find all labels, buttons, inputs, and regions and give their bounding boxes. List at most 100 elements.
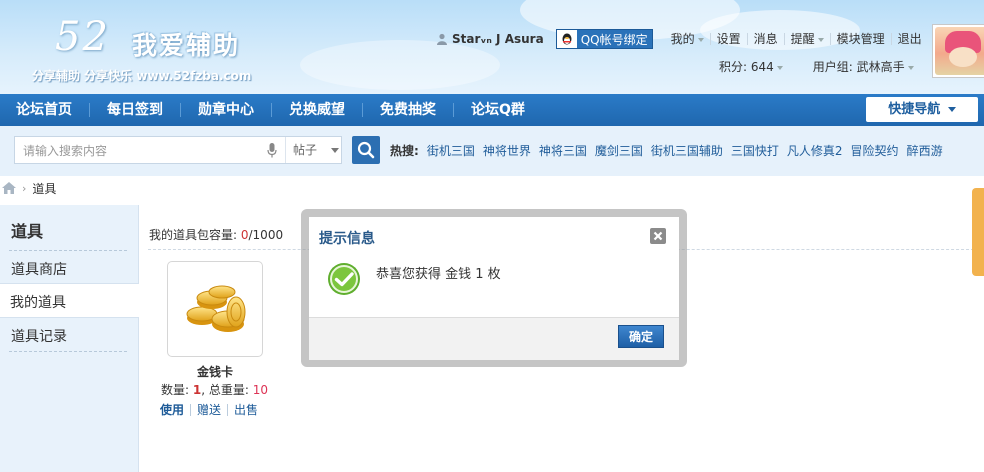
gift-item-link[interactable]: 赠送 [191,404,229,416]
nav-divider [453,103,454,117]
toplink-settings[interactable]: 设置 [711,33,748,45]
hot-keyword[interactable]: 街机三国 [427,142,475,159]
qq-penguin-icon [556,30,577,48]
confirm-button[interactable]: 确定 [618,325,664,348]
quick-nav-button[interactable]: 快捷导航 [866,97,978,122]
avatar-image [935,27,984,75]
hot-keyword[interactable]: 凡人修真2 [787,142,843,159]
nav-divider [271,103,272,117]
chevron-down-icon [817,37,824,42]
nav-item-exchange-prestige[interactable]: 兑换威望 [289,94,345,126]
notice-dialog: 提示信息 恭喜您获得 金钱 1 枚 确定 [309,217,679,360]
chevron-down-icon [330,148,339,153]
home-icon[interactable] [2,182,16,194]
gold-coins-icon [186,285,246,332]
user-bar: Starᵥₙ J Asura QQ帐号绑定 我的 设置 消息 提醒 模块管理 退… [436,29,928,49]
bag-capacity-label: 我的道具包容量: [149,228,241,242]
site-header: 52 我爱辅助 分享辅助 分享快乐 www.52fzba.com Starᵥₙ … [0,0,984,94]
toplink-module-manage[interactable]: 模块管理 [831,33,892,45]
nav-item-free-lottery[interactable]: 免费抽奖 [380,94,436,126]
user-info: 积分: 644 用户组: 武林高手 [719,58,944,75]
sidebar: 道具 道具商店 我的道具 道具记录 [0,205,139,472]
hot-search: 热搜: 街机三国 神将世界 神将三国 魔剑三国 街机三国辅助 三国快打 凡人修真… [390,142,951,159]
item-weight-label: , 总重量: [201,383,253,397]
item-card[interactable] [167,261,263,357]
hot-keyword[interactable]: 神将三国 [539,142,587,159]
nav-divider [89,103,90,117]
bag-capacity: 我的道具包容量: 0/1000 [149,226,283,243]
username-link[interactable]: Starᵥₙ J Asura [452,32,544,46]
search-box: 帖子 [14,136,342,164]
item-quantity: 数量: 1, 总重量: 10 [161,381,268,398]
search-type-select[interactable]: 帖子 [285,137,342,163]
share-side-tab[interactable] [972,188,984,276]
search-type-value: 帖子 [293,143,318,157]
logo-title[interactable]: 我爱辅助 [132,26,240,62]
sidebar-item-records[interactable]: 道具记录 [11,326,67,346]
sidebar-title: 道具 [11,222,44,241]
top-links: 我的 设置 消息 提醒 模块管理 退出 [665,33,928,45]
search-icon [357,141,375,159]
search-input[interactable] [21,143,265,159]
hot-search-label: 热搜: [390,144,419,158]
qq-bind-label: QQ帐号绑定 [580,32,648,47]
search-button[interactable] [352,136,380,164]
dialog-message: 恭喜您获得 金钱 1 枚 [376,267,501,282]
sidebar-item-my-items[interactable]: 我的道具 [10,292,66,312]
hot-keyword[interactable]: 三国快打 [731,142,779,159]
user-group-dropdown[interactable]: 用户组: 武林高手 [813,58,914,75]
item-qty-label: 数量: [161,383,193,397]
close-icon [653,231,663,241]
quick-nav-label: 快捷导航 [888,102,941,117]
hot-keyword[interactable]: 街机三国辅助 [651,142,723,159]
chevron-down-icon [776,65,783,70]
nav-item-medal-center[interactable]: 勋章中心 [198,94,254,126]
close-button[interactable] [650,228,666,244]
points-dropdown[interactable]: 积分: 644 [719,58,783,75]
breadcrumb-current: 道具 [32,181,57,196]
user-icon [437,33,447,45]
bag-capacity-total: /1000 [248,228,284,242]
sell-item-link[interactable]: 出售 [228,404,264,416]
hot-keyword[interactable]: 冒险契约 [851,142,899,159]
main-nav: 论坛首页 每日签到 勋章中心 兑换威望 免费抽奖 论坛Q群 [0,94,984,126]
item-weight-value: 10 [252,383,268,397]
toplink-logout[interactable]: 退出 [892,33,928,45]
hot-keyword[interactable]: 神将世界 [483,142,531,159]
bag-capacity-used: 0 [240,228,249,242]
toplink-reminders[interactable]: 提醒 [785,33,831,45]
breadcrumb-separator-icon: › [22,181,27,195]
search-bar: 帖子 热搜: 街机三国 神将世界 神将三国 魔剑三国 街机三国辅助 三国快打 凡… [0,126,984,176]
toplink-my-label: 我的 [670,32,695,46]
item-actions: 使用 赠送 出售 [160,404,264,416]
toplink-messages[interactable]: 消息 [748,33,785,45]
sidebar-item-shop[interactable]: 道具商店 [11,259,67,279]
divider [9,351,127,352]
item-qty-value: 1 [192,383,202,397]
dialog-overlay: 提示信息 恭喜您获得 金钱 1 枚 确定 [301,209,687,367]
toplink-my[interactable]: 我的 [665,33,711,45]
nav-divider [362,103,363,117]
toplink-reminders-label: 提醒 [790,32,815,46]
nav-divider [180,103,181,117]
nav-item-qq-group[interactable]: 论坛Q群 [471,94,525,126]
success-check-icon [328,263,360,295]
chevron-down-icon [907,65,914,70]
use-item-link[interactable]: 使用 [160,404,192,416]
user-group-text: 用户组: 武林高手 [812,60,905,74]
qq-bind-button[interactable]: QQ帐号绑定 [555,29,653,49]
dialog-title: 提示信息 [319,231,375,247]
hot-keyword[interactable]: 魔剑三国 [595,142,643,159]
chevron-down-icon [697,37,704,42]
hot-keyword[interactable]: 醉西游 [907,142,943,159]
item-name: 金钱卡 [196,365,233,379]
logo-slogan: 分享辅助 分享快乐 www.52fzba.com [32,69,252,83]
nav-item-forum-home[interactable]: 论坛首页 [16,94,72,126]
logo-number[interactable]: 52 [55,14,110,60]
avatar[interactable] [932,24,984,78]
points-text: 积分: 644 [719,60,774,74]
chevron-down-icon [947,107,956,112]
nav-item-daily-signin[interactable]: 每日签到 [107,94,163,126]
breadcrumb: › 道具 [2,180,56,196]
microphone-icon[interactable] [267,143,277,158]
